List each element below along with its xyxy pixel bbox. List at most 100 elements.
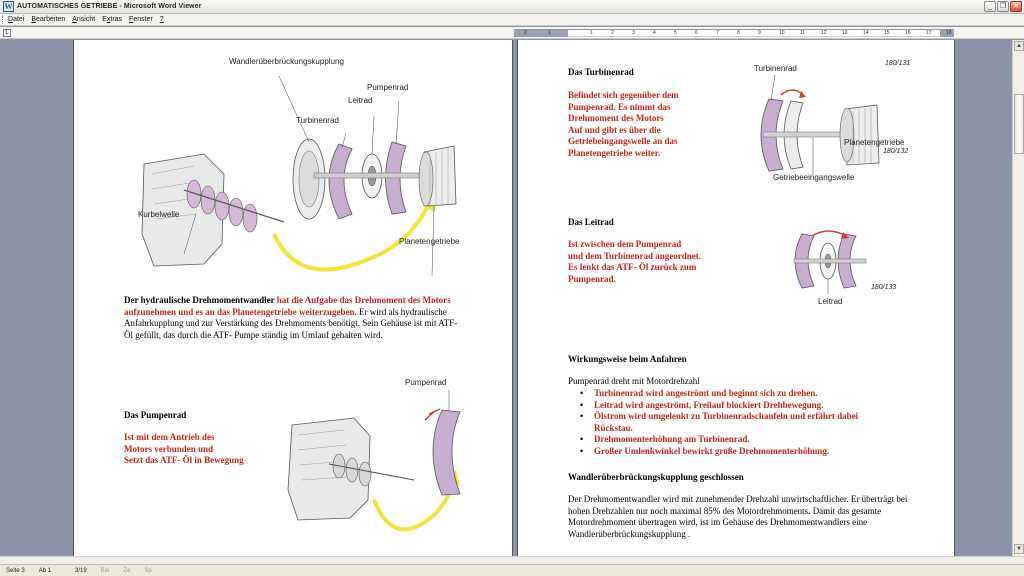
ruler-tick: 10 [779, 30, 785, 36]
word-viewer-icon[interactable]: W [3, 1, 14, 12]
menu-help[interactable]: ? [160, 16, 164, 23]
heading-leitrad: Das Leitrad [568, 217, 614, 227]
pumpenrad-line: Ist mit dem Antrieb des [124, 432, 215, 442]
turbinenrad-line: Befindet sich gegenüber dem [568, 90, 679, 100]
close-button[interactable]: ✕ [1010, 1, 1022, 12]
heading-pumpenrad: Das Pumpenrad [124, 410, 187, 420]
figure-number: 180/132 [883, 148, 909, 155]
turbinenrad-description: Befindet sich gegenüber dem Pumpenrad. E… [568, 90, 748, 159]
ruler-tick: 16 [905, 30, 911, 36]
pumpenrad-line: Setzt das ATF- Öl in Bewegung [124, 455, 244, 465]
pumpenrad-line: Motors verbunden und [124, 443, 214, 454]
menu-ansicht[interactable]: Ansicht [72, 16, 95, 23]
menu-grip-handle[interactable] [2, 15, 5, 24]
list-item: Ölstrom wird umgelenkt zu Turbinenradsch… [568, 411, 898, 434]
ruler-tick: 15 [884, 30, 890, 36]
ruler-tick: 8 [737, 30, 740, 36]
menu-datei[interactable]: Datei [8, 16, 24, 23]
label-wandlerueberbrueckungskupplung: Wandlerüberbrückungskupplung [229, 57, 344, 66]
label-leitrad-fig: Leitrad [818, 297, 843, 306]
leitrad-line: Es lenkt das ATF- Öl zurück zum [568, 262, 697, 272]
tab-selector-icon[interactable]: L [3, 29, 11, 37]
label-planetengetriebe: Planetengetriebe [399, 237, 460, 246]
horizontal-scrollbar[interactable] [0, 556, 1024, 564]
turbinenrad-figure [760, 74, 880, 175]
figure-number: 180/133 [871, 284, 897, 291]
ruler-tick: 12 [821, 30, 827, 36]
status-section: Ab 1 [38, 567, 52, 574]
title-bar: W AUTOMATISCHES GETRIEBE - Microsoft Wor… [0, 0, 1024, 14]
list-item: Großer Umlenkwinkel bewirkt große Drehmo… [568, 446, 898, 458]
status-bar: Seite 3 Ab 1 3/19 Bei Ze Sp [0, 564, 1024, 576]
window-title: AUTOMATISCHES GETRIEBE - Microsoft Word … [17, 3, 202, 10]
page-right[interactable]: Das Turbinenrad Befindet sich gegenüber … [518, 40, 954, 556]
leitrad-line: Ist zwischen dem Pumpenrad [568, 239, 682, 249]
horizontal-ruler[interactable]: 2 1 1 2 3 4 5 6 7 8 9 10 11 12 13 14 15 … [514, 29, 954, 37]
turbinenrad-line: Getriebeingangswelle an das [568, 136, 678, 146]
wirkungsweise-intro: Pumpenrad dreht mit Motordrehzahl [568, 376, 700, 386]
ruler-left-margin [514, 30, 568, 37]
label-leitrad: Leitrad [348, 96, 373, 105]
heading-turbinenrad: Das Turbinenrad [568, 67, 634, 77]
window-controls: _ ❐ ✕ [984, 1, 1022, 12]
turbinenrad-line: Planetengetriebe weiter. [568, 147, 661, 158]
pumpenrad-description: Ist mit dem Antrieb des Motors verbunden… [124, 432, 284, 467]
ruler-tick: 13 [842, 30, 848, 36]
scroll-up-icon[interactable]: ▲ [1014, 41, 1024, 51]
label-pumpenrad-fig2: Pumpenrad [405, 378, 447, 387]
label-turbinenrad-fig: Turbinenrad [754, 64, 797, 73]
minimize-button[interactable]: _ [984, 1, 996, 12]
status-position: Bei [100, 567, 110, 574]
ruler-tick: 11 [800, 30, 806, 36]
label-turbinenrad: Turbinenrad [296, 116, 339, 125]
status-line: Ze [123, 567, 131, 574]
turbinenrad-line: Auf und gibt es über die [568, 124, 661, 135]
label-kurbelwelle: Kurbelwelle [138, 210, 180, 219]
heading-kupplung: Wandlerüberbrückungskupplung geschlossen [568, 472, 744, 482]
intro-bold-text: Der hydraulische Drehmomentwandler [124, 295, 275, 305]
leitrad-line: Pumpenrad. [568, 273, 616, 284]
document-area[interactable]: Wandlerüberbrückungskupplung Pumpenrad L… [0, 40, 1012, 556]
label-pumpenrad: Pumpenrad [367, 83, 409, 92]
list-item: Drehmomenterhöhung am Turbinenrad. [568, 434, 898, 446]
status-page: Seite 3 [6, 567, 25, 574]
turbinenrad-line: Drehmoment des Motors [568, 113, 664, 123]
ruler-tick: 4 [653, 30, 656, 36]
ruler-tick: 17 [926, 30, 932, 36]
ruler-tick: 14 [863, 30, 869, 36]
scroll-thumb[interactable] [1014, 94, 1024, 154]
label-planetengetriebe-fig: Planetengetriebe [844, 138, 905, 147]
ruler-bar: L 2 1 1 2 3 4 5 6 7 8 9 10 11 12 13 14 1… [0, 27, 1024, 39]
ruler-tick: 1 [590, 30, 593, 36]
heading-wirkungsweise: Wirkungsweise beim Anfahren [568, 354, 687, 364]
ruler-tick: 2 [524, 30, 527, 36]
vertical-scrollbar[interactable]: ▲ ▼ [1012, 40, 1024, 556]
wirkungsweise-list: Turbinenrad wird angeströmt und beginnt … [568, 388, 898, 457]
ruler-tick: 2 [611, 30, 614, 36]
page-left[interactable]: Wandlerüberbrückungskupplung Pumpenrad L… [74, 40, 512, 556]
leitrad-line: und dem Turbinenrad angeordnet. [568, 250, 702, 261]
ruler-tick: 1 [548, 30, 551, 36]
ruler-tick: 7 [716, 30, 719, 36]
scroll-down-icon[interactable]: ▼ [1014, 544, 1024, 554]
label-getriebeeingangswelle: Getriebeeingangswelle [773, 173, 855, 182]
kupplung-paragraph: Der Drehmomentwandler wird mit zunehmend… [568, 494, 908, 539]
menu-fenster[interactable]: Fenster [129, 16, 153, 23]
status-page-count: 3/19 [75, 567, 87, 574]
ruler-tick: 5 [674, 30, 677, 36]
list-item: Turbinenrad wird angeströmt und beginnt … [568, 388, 898, 400]
status-column: Sp [144, 567, 152, 574]
intro-paragraph: Der hydraulische Drehmomentwandler hat d… [124, 295, 464, 341]
ruler-tick: 18 [946, 30, 952, 36]
ruler-tick: 6 [695, 30, 698, 36]
menu-extras[interactable]: Extras [102, 16, 122, 23]
pumpenrad-figure [287, 390, 461, 532]
leitrad-figure [793, 230, 867, 294]
figure-number: 180/131 [885, 60, 911, 67]
turbinenrad-line: Pumpenrad. Es nimmt das [568, 101, 671, 112]
menu-bearbeiten[interactable]: Bearbeiten [31, 16, 65, 23]
ruler-tick: 9 [758, 30, 761, 36]
restore-button[interactable]: ❐ [997, 1, 1009, 12]
menu-bar: Datei Bearbeiten Ansicht Extras Fenster … [0, 14, 1024, 26]
ruler-tick: 3 [632, 30, 635, 36]
